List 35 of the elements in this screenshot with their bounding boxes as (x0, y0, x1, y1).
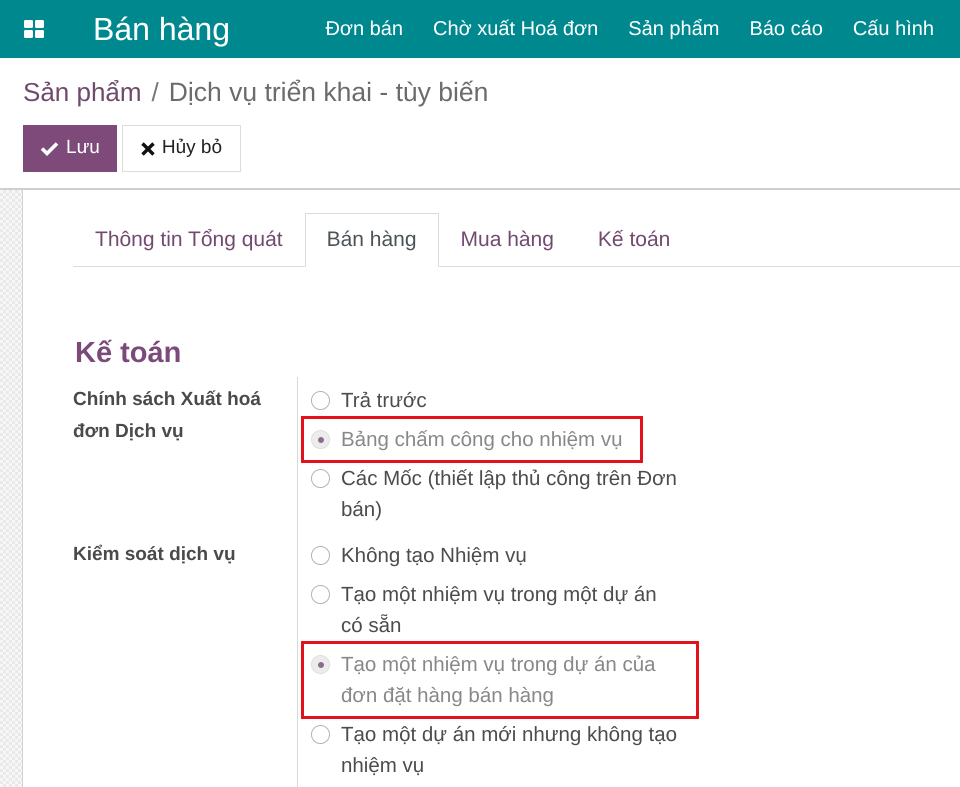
radio-button[interactable] (311, 546, 330, 565)
check-icon (40, 141, 59, 156)
discard-button[interactable]: Hủy bỏ (122, 125, 242, 172)
cross-icon (140, 142, 155, 156)
radio-button[interactable] (311, 430, 330, 449)
breadcrumb-link[interactable]: Sản phẩm (23, 74, 142, 110)
menu-item[interactable]: Báo cáo (734, 14, 838, 44)
radio-button[interactable] (311, 725, 330, 744)
option-label: Các Mốc (thiết lập thủ công trên Đơn bán) (341, 466, 678, 523)
tab[interactable]: Thông tin Tổng quát (73, 213, 305, 267)
option-label: Tạo một nhiệm vụ trong dự án của đơn đặt hàng bán hàng (341, 652, 657, 709)
menu-item[interactable]: Sản phẩm (613, 14, 734, 44)
menu-item[interactable]: Đơn bán (310, 14, 418, 44)
tab[interactable]: Mua hàng (438, 213, 576, 267)
menu-item[interactable]: Cấu hình (838, 14, 949, 44)
app-title: Bán hàng (93, 10, 230, 49)
menu-item[interactable]: Chờ xuất Hoá đơn (418, 14, 614, 44)
radio-button[interactable] (311, 655, 330, 674)
field-label: Chính sách Xuất hoá đơn Dịch vụ (73, 388, 262, 444)
section-heading: Kế toán (75, 336, 182, 371)
option-label: Tạo một nhiệm vụ trong một dự án có sẵn (341, 582, 658, 639)
save-button[interactable]: Lưu (23, 125, 117, 172)
tab[interactable]: Bán hàng (304, 213, 439, 267)
tab[interactable]: Kế toán (576, 213, 692, 267)
option-label: Trả trước (341, 388, 427, 414)
page-title: Dịch vụ triển khai - tùy biến (168, 76, 488, 109)
radio-button[interactable] (311, 585, 330, 604)
radio-button[interactable] (311, 391, 330, 410)
option-label: Bảng chấm công cho nhiệm vụ (341, 427, 622, 453)
radio-button[interactable] (311, 469, 330, 488)
option-label: Tạo một dự án mới nhưng không tạo nhiệm vụ (341, 722, 678, 779)
grid-icon[interactable] (24, 20, 44, 38)
breadcrumb-separator: / (152, 76, 159, 109)
field-label: Kiểm soát dịch vụ (73, 543, 237, 567)
option-label: Không tạo Nhiệm vụ (341, 543, 527, 569)
